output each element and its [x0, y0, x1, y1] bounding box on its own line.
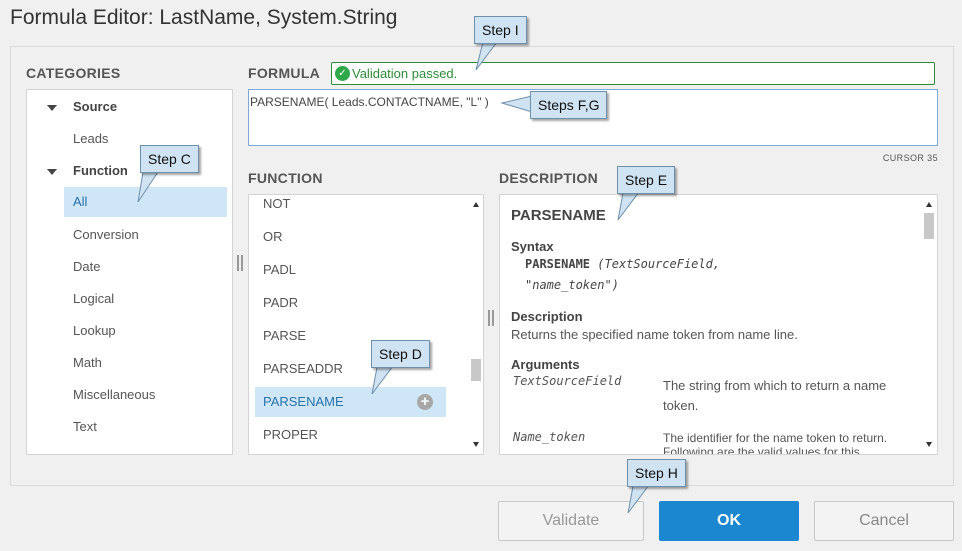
resize-grip-icon[interactable]	[237, 255, 243, 271]
description-heading: Description	[511, 309, 583, 324]
argument-desc: Following are the valid values for this	[663, 445, 860, 455]
tree-item-function[interactable]: Function	[27, 156, 232, 186]
function-scrollbar[interactable]	[469, 195, 483, 454]
cursor-position: CURSOR 35	[882, 153, 938, 163]
function-item-not[interactable]: NOT	[255, 195, 446, 219]
categories-tree: Source Leads Function All Conversion Dat…	[26, 89, 233, 455]
tree-item-leads[interactable]: Leads	[27, 124, 232, 154]
description-scrollbar[interactable]	[922, 195, 936, 454]
argument-name: TextSourceField	[513, 374, 622, 388]
resize-grip-icon[interactable]	[488, 310, 494, 326]
syntax-line-1: PARSENAME (TextSourceField,	[525, 257, 721, 271]
ok-button[interactable]: OK	[659, 501, 799, 541]
argument-desc: The string from which to return a name	[663, 378, 887, 393]
tree-item-miscellaneous[interactable]: Miscellaneous	[27, 380, 232, 410]
add-function-icon[interactable]: +	[417, 394, 433, 410]
tree-item-date[interactable]: Date	[27, 252, 232, 282]
function-label: FUNCTION	[248, 170, 323, 186]
formula-label: FORMULA	[248, 65, 321, 81]
function-item-proper[interactable]: PROPER	[255, 420, 446, 450]
validate-button[interactable]: Validate	[498, 501, 644, 541]
tree-item-logical[interactable]: Logical	[27, 284, 232, 314]
callout-step-i: Step I	[474, 16, 527, 44]
argument-desc: token.	[663, 398, 699, 413]
caret-down-icon[interactable]	[47, 105, 57, 111]
tree-item-conversion[interactable]: Conversion	[27, 220, 232, 250]
callout-step-h: Step H	[627, 459, 686, 487]
window-title: Formula Editor: LastName, System.String	[10, 6, 398, 29]
validation-status: ✓ Validation passed.	[331, 62, 935, 85]
function-item-parsename[interactable]: PARSENAME +	[255, 387, 446, 417]
categories-label: CATEGORIES	[26, 65, 121, 81]
description-panel: PARSENAME Syntax PARSENAME (TextSourceFi…	[499, 194, 938, 455]
scroll-up-icon[interactable]	[926, 202, 932, 207]
function-item-padr[interactable]: PADR	[255, 288, 446, 318]
check-circle-icon: ✓	[335, 66, 350, 81]
scroll-thumb[interactable]	[471, 359, 481, 381]
caret-down-icon[interactable]	[47, 169, 57, 175]
callout-steps-fg: Steps F,G	[530, 91, 608, 119]
tree-item-source[interactable]: Source	[27, 92, 232, 122]
scroll-down-icon[interactable]	[926, 442, 932, 447]
arguments-heading: Arguments	[511, 357, 580, 372]
scroll-down-icon[interactable]	[473, 442, 479, 447]
validation-message: Validation passed.	[352, 66, 458, 81]
tree-item-math[interactable]: Math	[27, 348, 232, 378]
syntax-heading: Syntax	[511, 239, 554, 254]
callout-step-e: Step E	[617, 166, 676, 194]
tree-item-text[interactable]: Text	[27, 412, 232, 442]
syntax-line-2: "name_token")	[525, 278, 619, 292]
function-list: NOT OR PADL PADR PARSE PARSEADDR PARSENA…	[248, 194, 484, 455]
argument-desc: The identifier for the name token to ret…	[663, 431, 888, 445]
cancel-button[interactable]: Cancel	[814, 501, 954, 541]
tree-item-lookup[interactable]: Lookup	[27, 316, 232, 346]
description-label: DESCRIPTION	[499, 170, 598, 186]
description-title: PARSENAME	[511, 207, 606, 224]
callout-step-d: Step D	[371, 340, 430, 368]
argument-name: Name_token	[513, 430, 586, 444]
function-item-padl[interactable]: PADL	[255, 255, 446, 285]
function-item-or[interactable]: OR	[255, 222, 446, 252]
scroll-up-icon[interactable]	[473, 202, 479, 207]
description-text: Returns the specified name token from na…	[511, 327, 798, 342]
scroll-thumb[interactable]	[924, 213, 934, 239]
callout-step-c: Step C	[140, 145, 199, 173]
